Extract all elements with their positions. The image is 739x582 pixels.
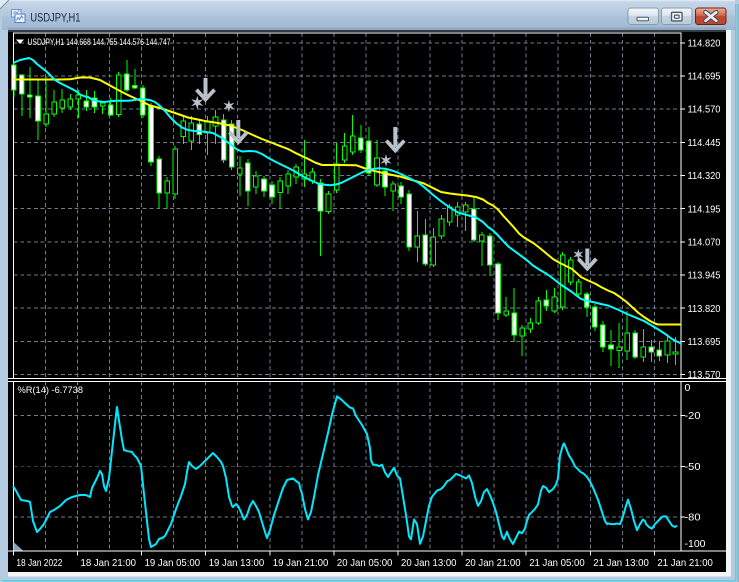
svg-text:18 Jan 21:00: 18 Jan 21:00	[81, 557, 137, 569]
svg-text:20 Jan 21:00: 20 Jan 21:00	[465, 557, 521, 569]
svg-text:21 Jan 21:00: 21 Jan 21:00	[657, 557, 713, 569]
svg-text:0: 0	[685, 382, 691, 394]
svg-text:-20: -20	[685, 410, 701, 422]
svg-text:20 Jan 05:00: 20 Jan 05:00	[337, 557, 393, 569]
svg-text:114.195: 114.195	[688, 203, 721, 215]
svg-text:21 Jan 13:00: 21 Jan 13:00	[593, 557, 649, 569]
svg-text:20 Jan 13:00: 20 Jan 13:00	[401, 557, 457, 569]
svg-text:-80: -80	[685, 512, 701, 524]
svg-text:113.820: 113.820	[688, 303, 721, 315]
svg-text:USDJPY,H1 144.668 144.755 144.: USDJPY,H1 144.668 144.755 144.576 144.74…	[28, 37, 171, 48]
svg-text:114.070: 114.070	[688, 236, 721, 248]
svg-text:21 Jan 05:00: 21 Jan 05:00	[529, 557, 585, 569]
svg-text:114.570: 114.570	[688, 104, 721, 116]
svg-text:114.695: 114.695	[688, 71, 721, 83]
svg-text:113.570: 113.570	[688, 369, 721, 381]
svg-text:19 Jan 13:00: 19 Jan 13:00	[209, 557, 265, 569]
svg-text:-50: -50	[685, 461, 701, 473]
svg-text:114.320: 114.320	[688, 170, 721, 182]
svg-text:19 Jan 21:00: 19 Jan 21:00	[273, 557, 329, 569]
svg-text:114.820: 114.820	[688, 37, 721, 49]
svg-text:19 Jan 05:00: 19 Jan 05:00	[145, 557, 201, 569]
svg-text:114.445: 114.445	[688, 137, 721, 149]
svg-text:113.695: 113.695	[688, 336, 721, 348]
svg-text:-100: -100	[685, 538, 706, 550]
svg-text:18 Jan 2022: 18 Jan 2022	[16, 557, 62, 569]
svg-text:113.945: 113.945	[688, 270, 721, 282]
svg-text:%R(14) -6.7738: %R(14) -6.7738	[18, 385, 84, 396]
svg-text:USDJPY,H1: USDJPY,H1	[30, 11, 80, 25]
